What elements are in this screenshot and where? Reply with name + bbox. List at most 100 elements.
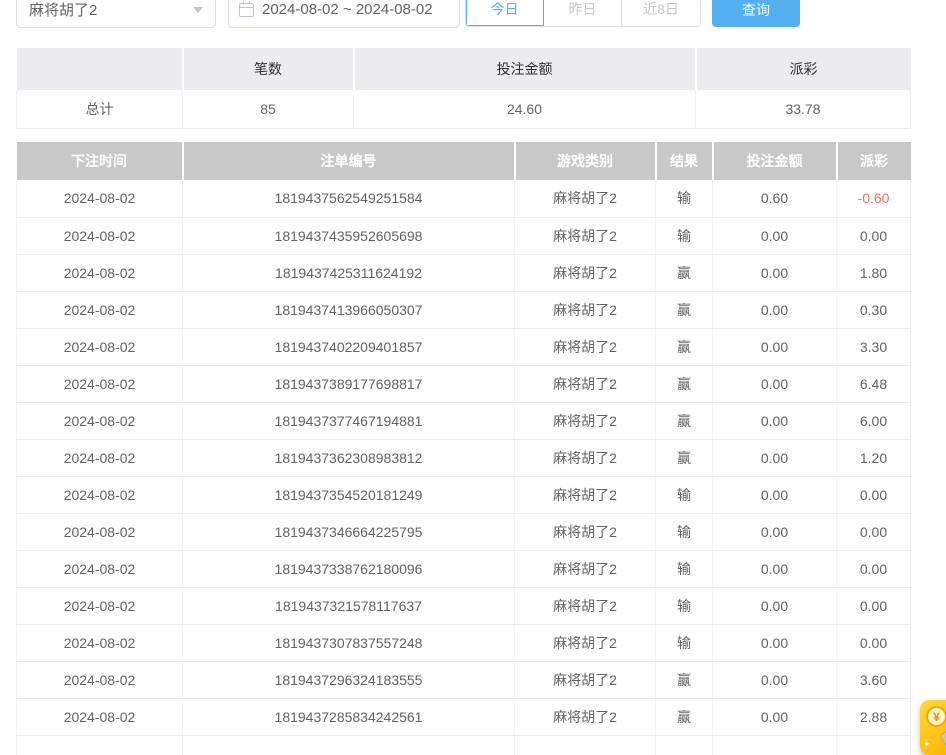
table-row: 2024-08-021819437562549251584麻将胡了2输0.60-… — [17, 180, 911, 217]
preset-yesterday-button[interactable]: 昨日 — [544, 0, 622, 26]
sparkle-icon: ✦ — [923, 740, 931, 749]
cell-result: 赢 — [656, 254, 713, 291]
game-select-value: 麻将胡了2 — [29, 0, 97, 20]
cell-payout: 0.00 — [837, 550, 911, 587]
cell-bet-amount: 0.00 — [713, 587, 837, 624]
cell-bet-time: 2024-08-02 — [17, 476, 183, 513]
table-row: 2024-08-021819437307837557248麻将胡了2输0.000… — [17, 624, 911, 661]
cell-payout: 3.30 — [837, 328, 911, 365]
cell-order-id: 1819437354520181249 — [183, 476, 515, 513]
table-row: 2024-08-021819437377467194881麻将胡了2赢0.006… — [17, 402, 911, 439]
cell-game-type: 麻将胡了2 — [515, 624, 656, 661]
cell-bet-amount: 0.00 — [713, 365, 837, 402]
summary-header-blank — [17, 48, 183, 90]
cell-payout: 0.30 — [837, 291, 911, 328]
cell-payout: -0.60 — [837, 180, 911, 217]
cell-bet-amount: 0.00 — [713, 476, 837, 513]
chevron-down-icon — [193, 7, 203, 13]
cell-game-type: 麻将胡了2 — [515, 513, 656, 550]
cell-bet-time: 2024-08-02 — [17, 698, 183, 735]
summary-total-bet-amount: 24.60 — [354, 90, 696, 128]
cell-payout: 6.00 — [837, 402, 911, 439]
cell-payout: 0.00 — [837, 513, 911, 550]
header-bet-time: 下注时间 — [17, 142, 183, 180]
gold-coin-icon: ¥ — [926, 706, 946, 727]
query-button[interactable]: 查询 — [712, 0, 800, 27]
cell-result: 赢 — [656, 328, 713, 365]
cell-game-type: 麻将胡了2 — [515, 550, 656, 587]
cell-order-id: 1819437338762180096 — [183, 550, 515, 587]
cell-order-id: 1819437402209401857 — [183, 328, 515, 365]
cell-bet-time: 2024-08-02 — [17, 402, 183, 439]
cell-empty — [183, 735, 515, 755]
cell-result: 输 — [656, 476, 713, 513]
cell-bet-amount: 0.00 — [713, 624, 837, 661]
toolbar: 麻将胡了2 2024-08-02 ~ 2024-08-02 今日 昨日 近8日 … — [0, 0, 946, 28]
cell-empty — [515, 735, 656, 755]
cell-order-id: 1819437285834242561 — [183, 698, 515, 735]
cell-bet-time: 2024-08-02 — [17, 291, 183, 328]
date-range-input[interactable]: 2024-08-02 ~ 2024-08-02 — [228, 0, 460, 28]
table-row: 2024-08-021819437435952605698麻将胡了2输0.000… — [17, 217, 911, 254]
cell-empty — [837, 735, 911, 755]
cell-payout: 0.00 — [837, 624, 911, 661]
cell-result: 输 — [656, 550, 713, 587]
cell-game-type: 麻将胡了2 — [515, 291, 656, 328]
table-row: 2024-08-021819437413966050307麻将胡了2赢0.000… — [17, 291, 911, 328]
cell-game-type: 麻将胡了2 — [515, 476, 656, 513]
summary-total-count: 85 — [183, 90, 354, 128]
cell-empty — [713, 735, 837, 755]
cell-payout: 2.88 — [837, 698, 911, 735]
cell-result: 输 — [656, 180, 713, 217]
table-row: 2024-08-021819437296324183555麻将胡了2赢0.003… — [17, 661, 911, 698]
cell-result: 赢 — [656, 439, 713, 476]
preset-last8days-button[interactable]: 近8日 — [622, 0, 700, 26]
cell-bet-time: 2024-08-02 — [17, 624, 183, 661]
table-row-partial — [17, 735, 911, 755]
cell-order-id: 1819437389177698817 — [183, 365, 515, 402]
cell-game-type: 麻将胡了2 — [515, 402, 656, 439]
cell-order-id: 1819437425311624192 — [183, 254, 515, 291]
cell-bet-time: 2024-08-02 — [17, 587, 183, 624]
cell-game-type: 麻将胡了2 — [515, 661, 656, 698]
cell-result: 赢 — [656, 698, 713, 735]
cell-bet-time: 2024-08-02 — [17, 513, 183, 550]
cell-order-id: 1819437413966050307 — [183, 291, 515, 328]
cell-bet-amount: 0.00 — [713, 513, 837, 550]
table-row: 2024-08-021819437285834242561麻将胡了2赢0.002… — [17, 698, 911, 735]
cell-bet-time: 2024-08-02 — [17, 180, 183, 217]
cell-game-type: 麻将胡了2 — [515, 328, 656, 365]
cell-result: 输 — [656, 624, 713, 661]
cell-result: 输 — [656, 513, 713, 550]
bet-table-header-row: 下注时间 注单编号 游戏类别 结果 投注金额 派彩 — [17, 142, 911, 180]
cell-payout: 0.00 — [837, 476, 911, 513]
preset-today-button[interactable]: 今日 — [466, 0, 544, 26]
cell-game-type: 麻将胡了2 — [515, 587, 656, 624]
cell-bet-amount: 0.00 — [713, 661, 837, 698]
cell-result: 赢 — [656, 291, 713, 328]
cell-order-id: 1819437362308983812 — [183, 439, 515, 476]
cell-game-type: 麻将胡了2 — [515, 180, 656, 217]
cell-payout: 0.00 — [837, 217, 911, 254]
cell-game-type: 麻将胡了2 — [515, 439, 656, 476]
table-row: 2024-08-021819437354520181249麻将胡了2输0.000… — [17, 476, 911, 513]
bet-table: 下注时间 注单编号 游戏类别 结果 投注金额 派彩 2024-08-021819… — [16, 142, 911, 755]
date-range-value: 2024-08-02 ~ 2024-08-02 — [262, 1, 433, 18]
cell-order-id: 1819437296324183555 — [183, 661, 515, 698]
cell-bet-amount: 0.00 — [713, 402, 837, 439]
header-order-id: 注单编号 — [183, 142, 515, 180]
cell-bet-time: 2024-08-02 — [17, 365, 183, 402]
table-row: 2024-08-021819437362308983812麻将胡了2赢0.001… — [17, 439, 911, 476]
cell-payout: 0.00 — [837, 587, 911, 624]
promo-float-button[interactable]: ¥ ✦ — [920, 700, 946, 755]
cell-game-type: 麻将胡了2 — [515, 365, 656, 402]
summary-table: 笔数 投注金额 派彩 总计 85 24.60 33.78 — [16, 48, 911, 129]
cell-empty — [656, 735, 713, 755]
date-preset-group: 今日 昨日 近8日 — [465, 0, 701, 27]
game-select[interactable]: 麻将胡了2 — [16, 0, 216, 28]
cell-bet-amount: 0.00 — [713, 698, 837, 735]
cell-order-id: 1819437307837557248 — [183, 624, 515, 661]
cell-bet-amount: 0.00 — [713, 254, 837, 291]
cell-result: 赢 — [656, 661, 713, 698]
cell-bet-time: 2024-08-02 — [17, 661, 183, 698]
